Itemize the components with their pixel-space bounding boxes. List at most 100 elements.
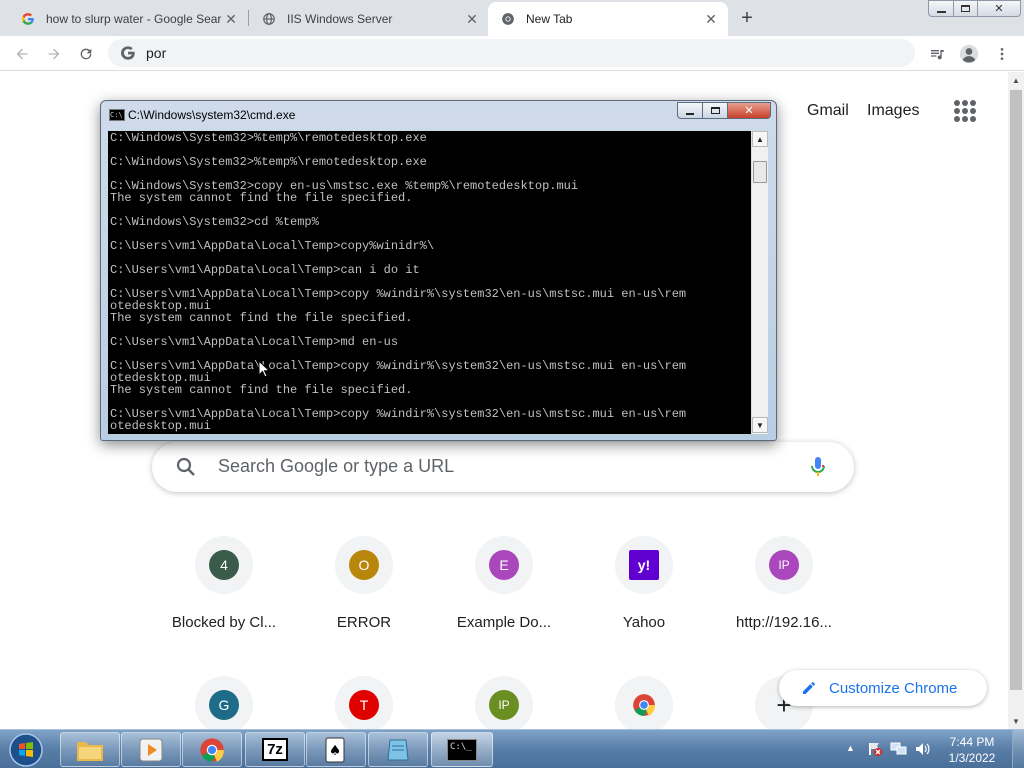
- taskbar-explorer[interactable]: [60, 732, 120, 767]
- show-desktop-button[interactable]: [1012, 730, 1024, 768]
- shortcut-ip[interactable]: IP http://192.16...: [728, 536, 840, 631]
- pencil-icon: [803, 682, 815, 694]
- close-icon[interactable]: ✕: [702, 10, 720, 28]
- close-icon[interactable]: ✕: [222, 10, 240, 28]
- 7zip-icon: 7z: [262, 738, 288, 761]
- scroll-down-arrow[interactable]: ▼: [1008, 713, 1024, 729]
- tab-new-tab[interactable]: New Tab ✕: [488, 2, 728, 36]
- folder-icon: [77, 741, 103, 761]
- shortcut-ip-2[interactable]: IP: [448, 676, 560, 734]
- taskbar-cmd[interactable]: C:\_: [431, 732, 493, 767]
- tab-iis-windows-server[interactable]: IIS Windows Server ✕: [249, 2, 489, 36]
- shortcut-favicon: O: [349, 550, 379, 580]
- mouse-cursor-icon: [258, 360, 270, 378]
- clock-time: 7:44 PM: [949, 735, 995, 749]
- chrome-menu-button[interactable]: [990, 42, 1014, 66]
- restore-icon: [961, 5, 970, 12]
- restore-window-button[interactable]: [953, 0, 978, 17]
- solitaire-icon: ♠: [325, 737, 345, 762]
- playlist-icon: [931, 50, 944, 60]
- cmd-titlebar[interactable]: C:\ C:\Windows\system32\cmd.exe: [109, 106, 295, 124]
- scroll-thumb[interactable]: [753, 161, 767, 183]
- cmd-window[interactable]: C:\ C:\Windows\system32\cmd.exe ✕ C:\Win…: [100, 100, 777, 441]
- scroll-up-arrow[interactable]: ▲: [752, 131, 768, 147]
- cmd-close-button[interactable]: ✕: [727, 102, 771, 119]
- tab-google-search[interactable]: how to slurp water - Google Search ✕: [8, 2, 248, 36]
- forward-button[interactable]: [42, 42, 66, 66]
- omnibox-input[interactable]: [146, 45, 846, 61]
- customize-label: Customize Chrome: [829, 679, 958, 697]
- taskbar-notepad[interactable]: [368, 732, 428, 767]
- scroll-thumb[interactable]: [1010, 90, 1022, 690]
- google-g-icon: [20, 11, 36, 27]
- shortcut-label: Example Do...: [456, 614, 552, 631]
- globe-icon: [261, 11, 277, 27]
- action-center-icon[interactable]: [867, 741, 883, 757]
- search-placeholder: Search Google or type a URL: [218, 456, 455, 476]
- taskbar-7zip[interactable]: 7z: [245, 732, 305, 767]
- close-icon: ✕: [994, 3, 1004, 15]
- cmd-minimize-button[interactable]: [677, 102, 703, 119]
- network-icon[interactable]: [890, 741, 908, 757]
- shortcut-label: ERROR: [336, 614, 392, 631]
- minimize-icon: [686, 112, 694, 115]
- shortcut-yahoo[interactable]: y! Yahoo: [588, 536, 700, 631]
- minimize-icon: [936, 10, 946, 13]
- shortcut-error[interactable]: O ERROR: [308, 536, 420, 631]
- ntp-search-box[interactable]: Search Google or type a URL: [152, 442, 854, 492]
- clock-date: 1/3/2022: [948, 751, 996, 765]
- close-icon: ✕: [744, 105, 754, 117]
- taskbar-media-player[interactable]: [121, 732, 181, 767]
- shortcut-favicon: IP: [489, 690, 519, 720]
- new-tab-button[interactable]: +: [736, 7, 758, 29]
- minimize-window-button[interactable]: [928, 0, 954, 17]
- browser-toolbar: [0, 36, 1024, 71]
- back-button[interactable]: [10, 42, 34, 66]
- shortcut-label: http://192.16...: [736, 614, 832, 631]
- show-hidden-icons-button[interactable]: ▲: [846, 743, 855, 753]
- cmd-scrollbar[interactable]: ▲ ▼: [751, 131, 768, 434]
- shortcut-favicon: T: [349, 690, 379, 720]
- shortcut-blocked[interactable]: 4 Blocked by Cl...: [168, 536, 280, 631]
- shortcut-g[interactable]: G: [168, 676, 280, 734]
- cmd-maximize-button[interactable]: [702, 102, 728, 119]
- omnibox[interactable]: [108, 39, 915, 67]
- cmd-output: C:\Windows\System32>%temp%\remotedesktop…: [110, 131, 687, 433]
- google-apps-button[interactable]: [954, 100, 976, 122]
- taskbar-chrome[interactable]: [182, 732, 242, 767]
- taskbar-clock[interactable]: 7:44 PM 1/3/2022: [940, 734, 1004, 766]
- scroll-down-arrow[interactable]: ▼: [752, 417, 768, 433]
- profile-button[interactable]: [957, 42, 981, 66]
- cmd-console[interactable]: C:\Windows\System32>%temp%\remotedesktop…: [108, 131, 751, 434]
- shortcut-favicon: G: [209, 690, 239, 720]
- page-scrollbar[interactable]: ▲ ▼: [1008, 72, 1024, 729]
- shortcut-favicon: E: [489, 550, 519, 580]
- taskbar-solitaire[interactable]: ♠: [306, 732, 366, 767]
- google-g-icon: [121, 46, 135, 60]
- windows-orb-icon: [9, 733, 43, 767]
- shortcut-example[interactable]: E Example Do...: [448, 536, 560, 631]
- avatar-icon: [959, 44, 979, 64]
- microphone-icon[interactable]: [806, 454, 830, 480]
- close-window-button[interactable]: ✕: [977, 0, 1021, 17]
- shortcut-favicon: IP: [769, 550, 799, 580]
- images-link[interactable]: Images: [867, 102, 919, 120]
- scroll-up-arrow[interactable]: ▲: [1008, 72, 1024, 88]
- arrow-right-icon: [48, 48, 60, 60]
- chrome-logo-icon: [633, 694, 655, 716]
- yahoo-icon: y!: [629, 550, 659, 580]
- notepad-icon: [387, 739, 409, 760]
- start-button[interactable]: [6, 732, 46, 768]
- gmail-link[interactable]: Gmail: [807, 102, 849, 120]
- shortcut-chrome[interactable]: [588, 676, 700, 734]
- shortcut-t[interactable]: T: [308, 676, 420, 734]
- arrow-left-icon: [16, 48, 28, 60]
- reload-button[interactable]: [74, 42, 98, 66]
- close-icon[interactable]: ✕: [463, 10, 481, 28]
- volume-icon[interactable]: [914, 741, 932, 757]
- shortcut-favicon: 4: [209, 550, 239, 580]
- customize-chrome-button[interactable]: Customize Chrome: [779, 670, 987, 706]
- more-vert-icon: [1000, 48, 1004, 60]
- media-control-button[interactable]: [925, 42, 949, 66]
- cmd-icon: C:\_: [447, 738, 477, 761]
